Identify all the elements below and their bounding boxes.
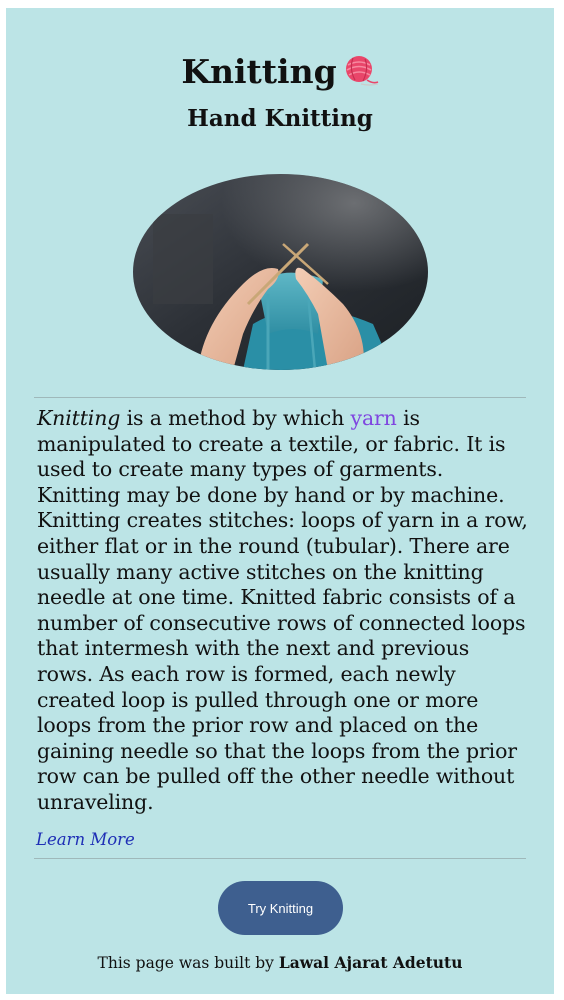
try-knitting-button[interactable]: Try Knitting [218,881,343,935]
page-subtitle: Hand Knitting [187,105,373,132]
top-divider [34,397,526,398]
footer-author: Lawal Ajarat Adetutu [278,953,463,972]
page-card: Knitting Hand Knitting Knitting is a met… [6,8,554,994]
knitting-term: Knitting [37,406,121,430]
knitting-description: Knitting is a method by which yarn is ma… [37,406,529,816]
bottom-divider [34,858,526,859]
footer-prefix: This page was built by [97,954,279,972]
hero-image [133,174,428,370]
learn-more-link[interactable]: Learn More [36,830,135,849]
yarn-ball-icon [345,56,378,86]
page-title: Knitting [6,52,554,92]
description-text-1: is a method by which [120,406,351,430]
yarn-link[interactable]: yarn [351,406,397,430]
description-text-2: is manipulated to create a textile, or f… [37,406,528,814]
page-title-text: Knitting [181,52,337,91]
page-footer: This page was built by Lawal Ajarat Adet… [6,953,554,972]
